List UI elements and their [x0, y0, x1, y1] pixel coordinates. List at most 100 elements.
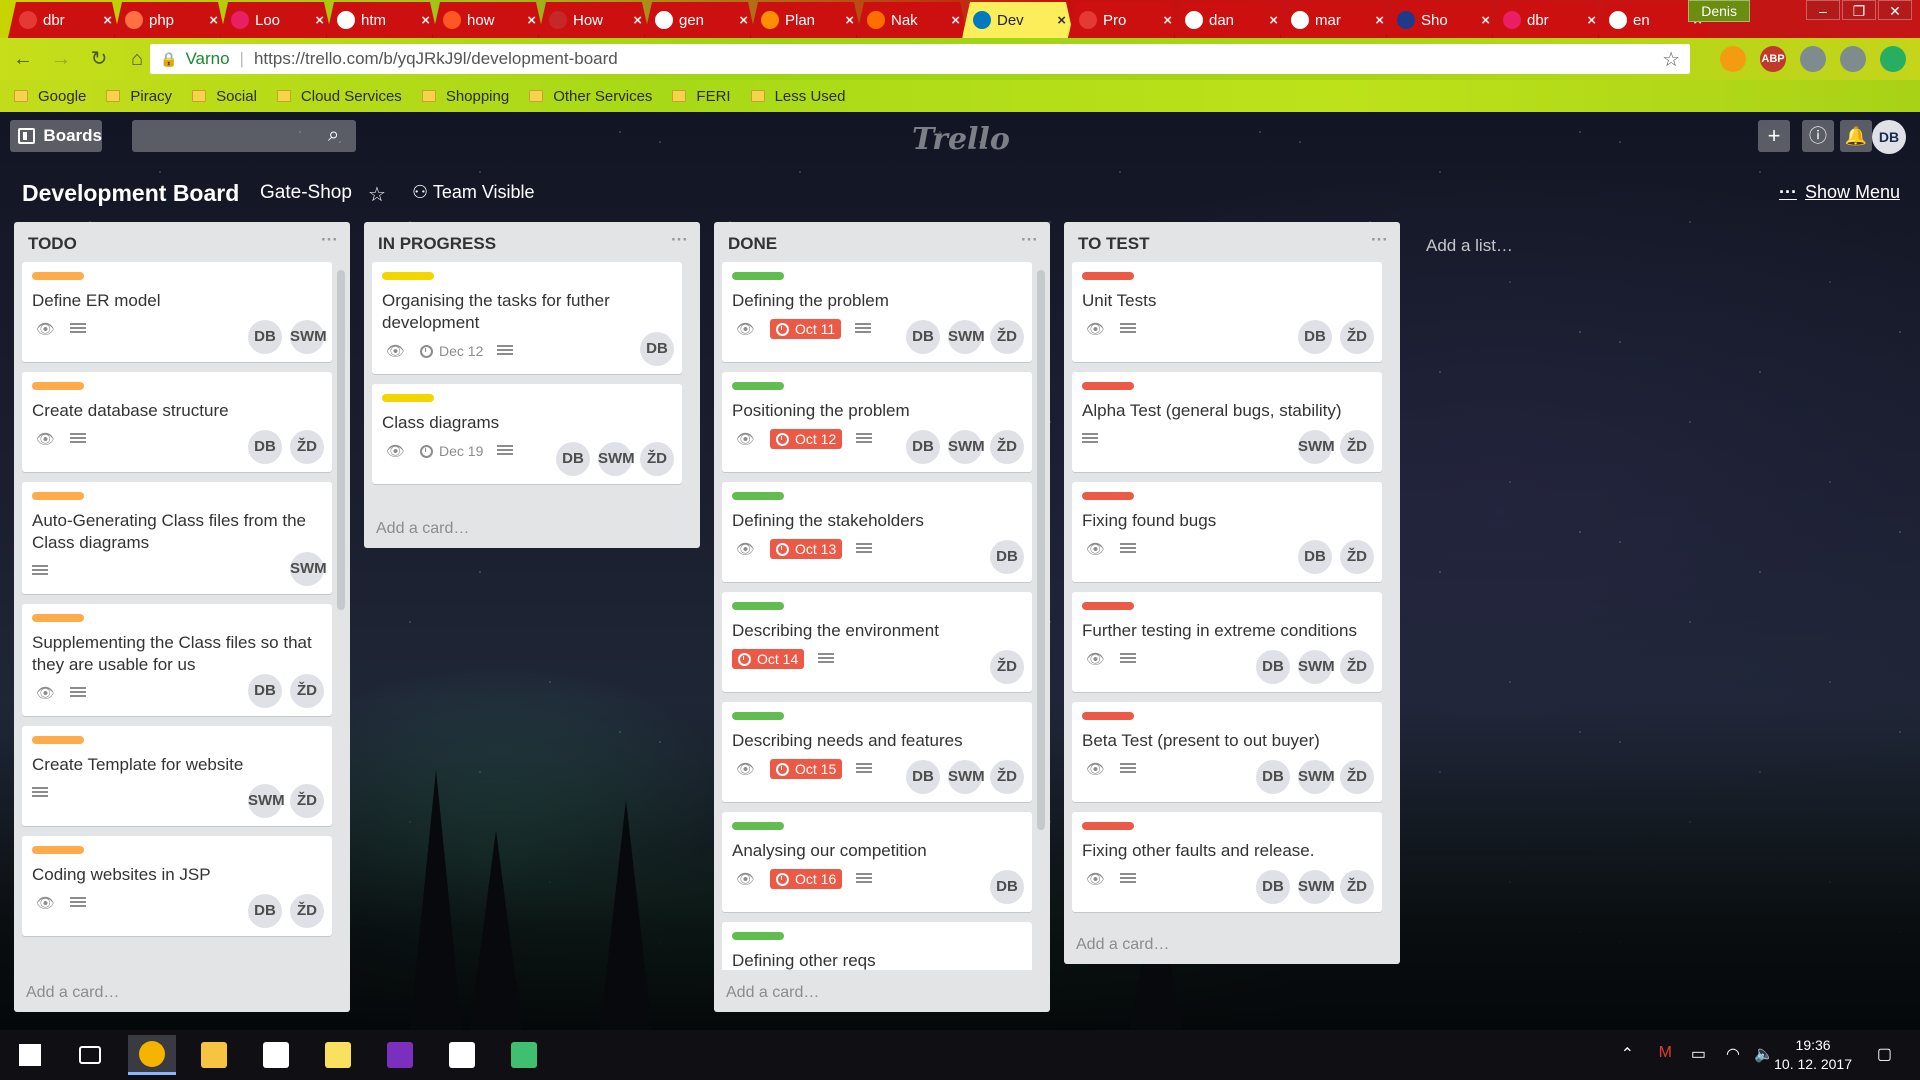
profile-badge[interactable]: Denis	[1688, 0, 1750, 22]
maximize-button[interactable]: ❐	[1842, 0, 1876, 20]
search-icon[interactable]: ⌕	[328, 124, 350, 146]
list-card[interactable]: Class diagrams 👁 Dec 19 DB SWM ŽD	[372, 384, 682, 484]
more-icon[interactable]: ···	[1021, 230, 1038, 250]
member-avatar[interactable]: DB	[1298, 540, 1332, 574]
member-avatar[interactable]: DB	[248, 320, 282, 354]
member-avatar[interactable]: ŽD	[1340, 870, 1374, 904]
card-label[interactable]	[382, 394, 434, 402]
card-label[interactable]	[32, 614, 84, 622]
home-button[interactable]: ⌂	[122, 44, 152, 74]
member-avatar[interactable]: DB	[990, 870, 1024, 904]
due-date-badge[interactable]: Oct 15	[770, 759, 843, 779]
close-icon[interactable]: ×	[951, 12, 960, 29]
card-label[interactable]	[732, 272, 784, 280]
member-avatar[interactable]: SWM	[948, 320, 985, 354]
notification-bell-icon[interactable]: 🔔	[1840, 120, 1872, 152]
team-name[interactable]: Gate-Shop	[260, 182, 352, 204]
visibility-button[interactable]: ⚇ Team Visible	[412, 182, 535, 203]
bookmark-folder[interactable]: Google	[14, 88, 86, 105]
browser-tab[interactable]: dbr ×	[8, 2, 120, 38]
member-avatar[interactable]: SWM	[1298, 760, 1335, 794]
list-card[interactable]: Describing the environment Oct 14 ŽD	[722, 592, 1032, 692]
close-icon[interactable]: ×	[103, 12, 112, 29]
browser-tab[interactable]: Pro ×	[1068, 2, 1180, 38]
card-label[interactable]	[382, 272, 434, 280]
card-label[interactable]	[732, 382, 784, 390]
network-app[interactable]	[500, 1035, 548, 1075]
member-avatar[interactable]: DB	[990, 540, 1024, 574]
list-card[interactable]: Fixing found bugs 👁 DB ŽD	[1072, 482, 1382, 582]
trello-logo[interactable]: Trello	[912, 122, 1010, 157]
add-button[interactable]: +	[1758, 120, 1790, 152]
list-scrollbar[interactable]	[1037, 270, 1045, 830]
due-date-badge[interactable]: Dec 19	[420, 443, 483, 459]
start-button[interactable]	[6, 1035, 54, 1075]
address-bar[interactable]: 🔒 Varno | https://trello.com/b/yqJRkJ9l/…	[150, 44, 1690, 74]
close-icon[interactable]: ×	[1587, 12, 1596, 29]
browser-tab[interactable]: Loo ×	[220, 2, 332, 38]
task-view-button[interactable]	[66, 1035, 114, 1075]
list-header[interactable]: TO TEST ···	[1064, 222, 1400, 262]
forward-button[interactable]: →	[46, 44, 76, 74]
close-icon[interactable]: ×	[421, 12, 430, 29]
star-icon[interactable]: ☆	[368, 182, 386, 207]
card-label[interactable]	[32, 492, 84, 500]
card-label[interactable]	[32, 382, 84, 390]
browser-tab[interactable]: gen ×	[644, 2, 756, 38]
list-card[interactable]: Auto-Generating Class files from the Cla…	[22, 482, 332, 594]
list-card[interactable]: Alpha Test (general bugs, stability) SWM Ž…	[1072, 372, 1382, 472]
wifi-icon[interactable]: ◠	[1726, 1044, 1740, 1064]
card-label[interactable]	[732, 492, 784, 500]
card-label[interactable]	[1082, 822, 1134, 830]
list-header[interactable]: IN PROGRESS ···	[364, 222, 700, 262]
card-label[interactable]	[32, 272, 84, 280]
member-avatar[interactable]: DB	[640, 332, 674, 366]
close-icon[interactable]: ×	[633, 12, 642, 29]
card-label[interactable]	[1082, 382, 1134, 390]
browser-tab[interactable]: dan ×	[1174, 2, 1286, 38]
bookmark-folder[interactable]: Shopping	[421, 88, 509, 105]
bookmark-folder[interactable]: Less Used	[750, 88, 845, 105]
member-avatar[interactable]: DB	[1256, 650, 1290, 684]
add-card-button[interactable]: Add a card…	[726, 984, 819, 1002]
add-list-button[interactable]: Add a list…	[1426, 236, 1513, 256]
list-card[interactable]: Defining the stakeholders 👁 Oct 13 DB	[722, 482, 1032, 582]
minimize-button[interactable]: –	[1806, 0, 1840, 20]
member-avatar[interactable]: SWM	[948, 430, 985, 464]
list-card[interactable]: Define ER model 👁 DB SWM	[22, 262, 332, 362]
member-avatar[interactable]: ŽD	[1340, 540, 1374, 574]
boards-button[interactable]: Boards	[10, 120, 102, 152]
card-label[interactable]	[32, 736, 84, 744]
due-date-badge[interactable]: Oct 13	[770, 539, 843, 559]
close-icon[interactable]: ×	[1375, 12, 1384, 29]
member-avatar[interactable]: ŽD	[640, 442, 674, 476]
battery-icon[interactable]: ▭	[1691, 1044, 1706, 1064]
member-avatar[interactable]: SWM	[290, 320, 327, 354]
member-avatar[interactable]: ŽD	[990, 760, 1024, 794]
more-icon[interactable]: ···	[321, 230, 338, 250]
update-extension-icon[interactable]	[1880, 46, 1906, 72]
browser-tab[interactable]: Plan ×	[750, 2, 862, 38]
browser-tab[interactable]: how ×	[432, 2, 544, 38]
bulb-extension-icon[interactable]	[1800, 46, 1826, 72]
member-avatar[interactable]: DB	[906, 760, 940, 794]
member-avatar[interactable]: ŽD	[290, 674, 324, 708]
chrome-app[interactable]	[128, 1035, 176, 1075]
sticky-notes-app[interactable]	[314, 1035, 362, 1075]
browser-tab[interactable]: Dev ×	[962, 2, 1074, 38]
member-avatar[interactable]: DB	[248, 430, 282, 464]
member-avatar[interactable]: SWM	[598, 442, 635, 476]
member-avatar[interactable]: SWM	[948, 760, 985, 794]
volume-icon[interactable]: 🔈	[1754, 1044, 1774, 1064]
member-avatar[interactable]: ŽD	[1340, 430, 1374, 464]
due-date-badge[interactable]: Oct 16	[770, 869, 843, 889]
system-clock[interactable]: 19:36 10. 12. 2017	[1774, 1036, 1852, 1074]
browser-tab[interactable]: mar ×	[1280, 2, 1392, 38]
browser-tab[interactable]: Sho ×	[1386, 2, 1498, 38]
card-label[interactable]	[1082, 272, 1134, 280]
list-card[interactable]: Further testing in extreme conditions 👁 DB…	[1072, 592, 1382, 692]
add-card-button[interactable]: Add a card…	[1076, 936, 1169, 954]
card-label[interactable]	[732, 932, 784, 940]
search-input[interactable]	[132, 120, 356, 152]
chevron-up-icon[interactable]: ⌃	[1621, 1044, 1634, 1064]
